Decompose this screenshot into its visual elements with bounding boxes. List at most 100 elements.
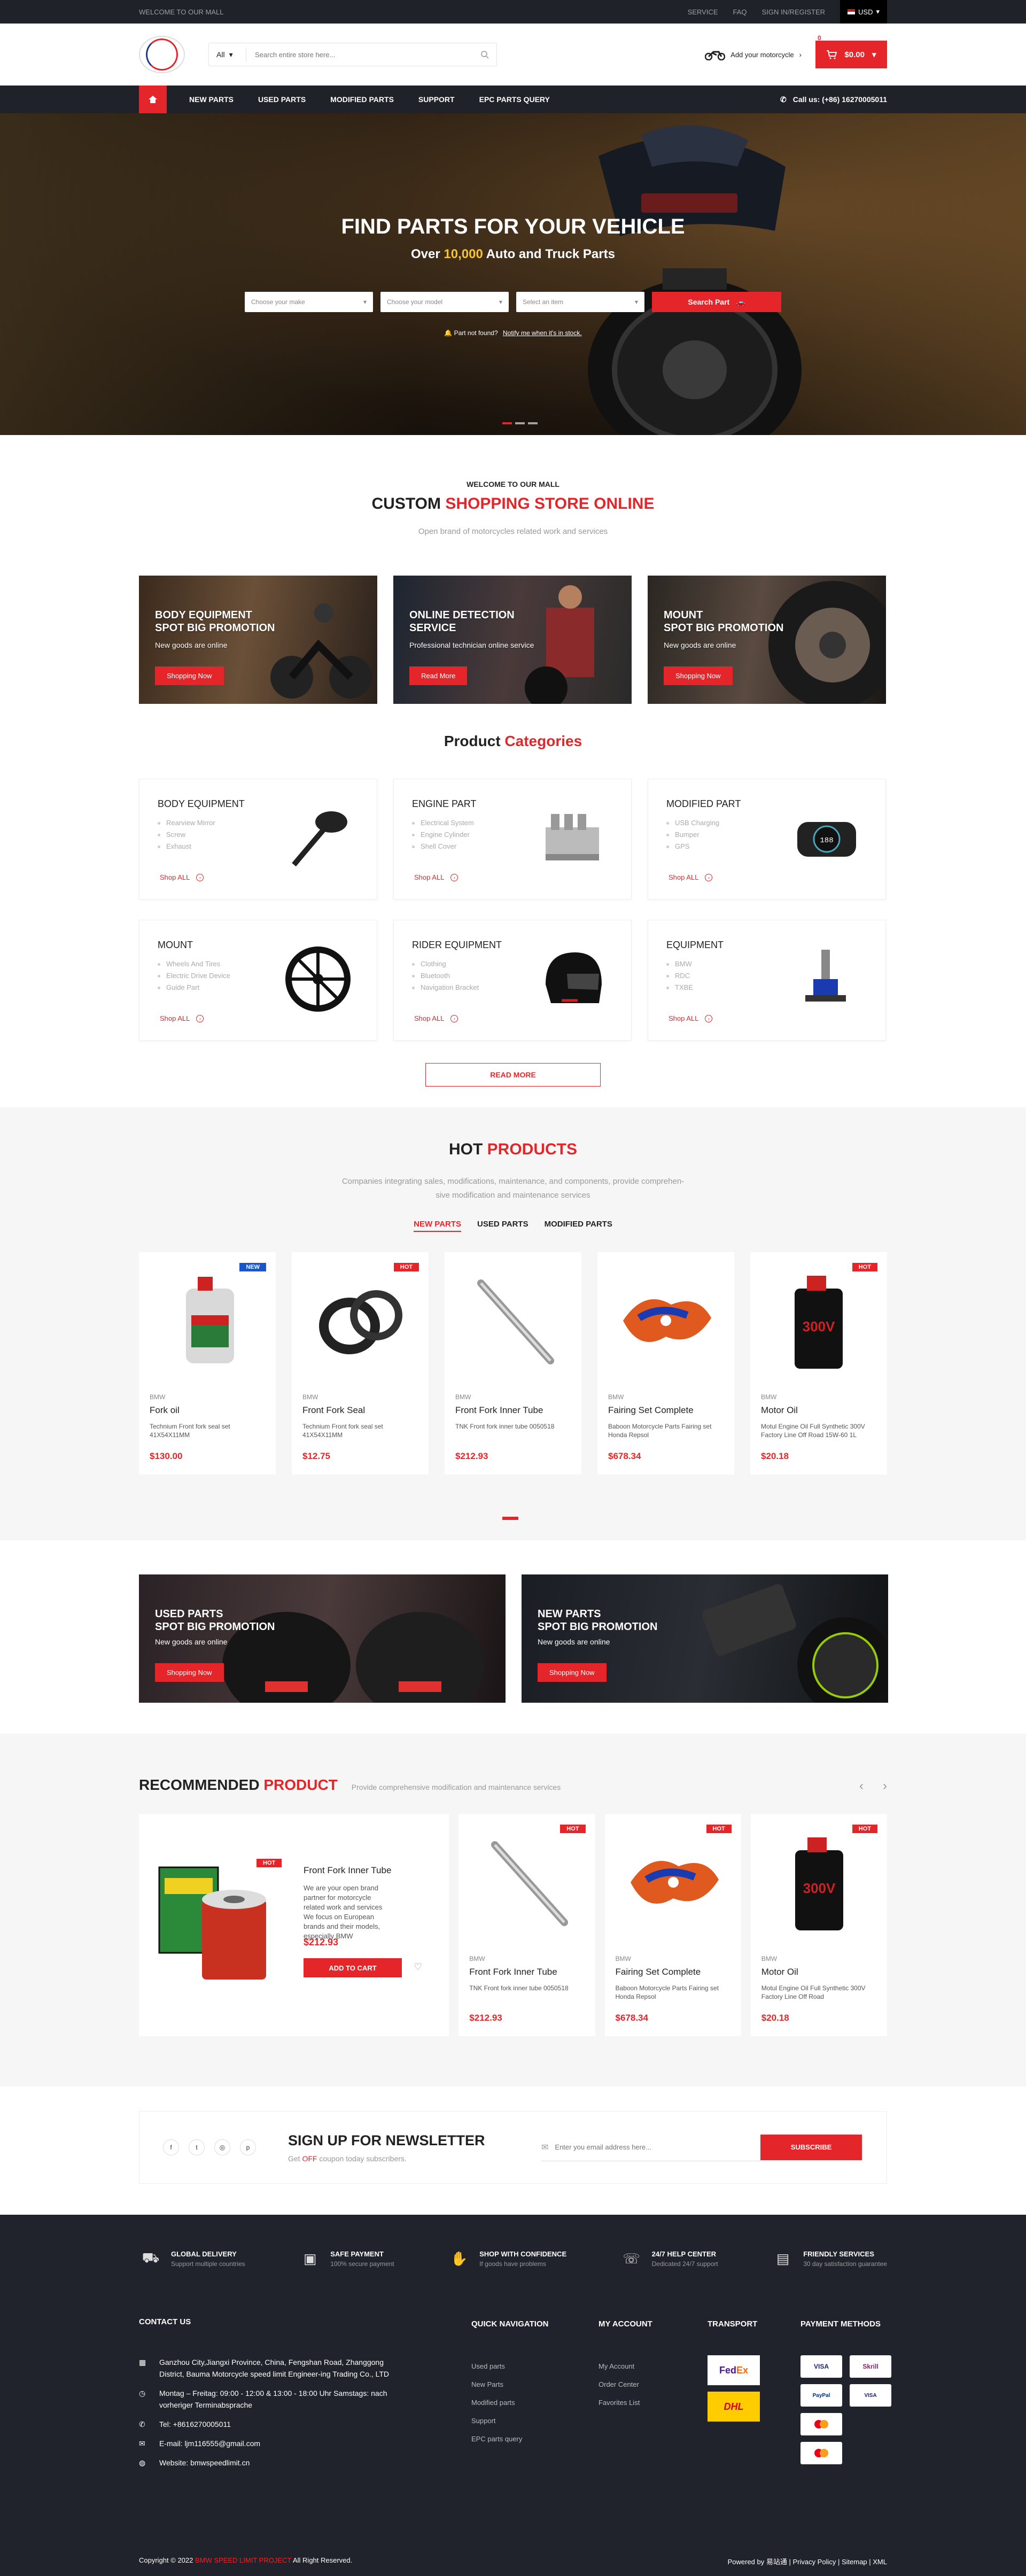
footer-links[interactable]: Powered by 易站通 | Privacy Policy | Sitema… — [728, 2556, 887, 2566]
model-select[interactable]: Choose your model ▾ — [380, 292, 509, 312]
shop-all-link[interactable]: Shop ALL › — [414, 873, 458, 881]
product-name[interactable]: Front Fork Inner Tube — [455, 1405, 543, 1416]
shop-all-link[interactable]: Shop ALL › — [160, 873, 204, 881]
search-input[interactable] — [246, 50, 473, 59]
tab-used-parts[interactable]: USED PARTS — [477, 1220, 528, 1232]
shop-all-link[interactable]: Shop ALL › — [669, 873, 713, 881]
product-name[interactable]: Fairing Set Complete — [616, 1967, 701, 1977]
faq-link[interactable]: FAQ — [733, 8, 747, 16]
pinterest-icon[interactable]: p — [240, 2139, 256, 2155]
promo-banner-mount[interactable]: MOUNT SPOT BIG PROMOTION New goods are on… — [648, 576, 886, 704]
product-name[interactable]: Front Fork Inner Tube — [469, 1967, 557, 1977]
product-name[interactable]: Fork oil — [150, 1405, 180, 1416]
header: All ▾ Add your motorcycle › 0 $0.00 ▾ — [0, 24, 1026, 86]
product-card[interactable]: 300V HOT BMW Motor Oil Motul Engine Oil … — [750, 1814, 887, 2036]
sign-in-link[interactable]: SIGN IN/REGISTER — [762, 8, 825, 16]
category-card[interactable]: MOUNT Wheels And Tires Electric Drive Dev… — [139, 920, 377, 1041]
shopping-now-button[interactable]: Shopping Now — [664, 666, 733, 685]
item-select[interactable]: Select an item ▾ — [516, 292, 644, 312]
building-icon: ▦ — [139, 2358, 146, 2366]
notify-link[interactable]: Notify me when it's in stock. — [503, 329, 582, 337]
shopping-now-button[interactable]: Shopping Now — [155, 666, 224, 685]
product-card[interactable]: NEW BMW Fork oil Technium Front fork sea… — [139, 1252, 276, 1475]
product-card[interactable]: HOT BMW Front Fork Seal Technium Front f… — [292, 1252, 429, 1475]
search-icon[interactable] — [473, 50, 496, 59]
nav-epc-parts-query[interactable]: EPC PARTS QUERY — [479, 95, 550, 104]
cart-icon — [827, 50, 837, 59]
featured-product-card[interactable]: HOT Front Fork Inner Tube We are your op… — [139, 1814, 449, 2036]
category-card[interactable]: RIDER EQUIPMENT Clothing Bluetooth Navigat… — [393, 920, 632, 1041]
product-name[interactable]: Motor Oil — [761, 1967, 798, 1977]
promo-banner-online-detection[interactable]: ONLINE DETECTION SERVICE Professional tec… — [393, 576, 632, 704]
shopping-now-button[interactable]: Shopping Now — [538, 1663, 607, 1682]
footer-link[interactable]: Modified parts — [471, 2394, 548, 2412]
currency-selector[interactable]: USD ▾ — [840, 0, 887, 24]
home-icon[interactable] — [139, 86, 167, 113]
facebook-icon[interactable]: f — [163, 2139, 179, 2155]
cart-button[interactable]: 0 $0.00 ▾ — [815, 34, 887, 68]
instagram-icon[interactable]: ◎ — [214, 2139, 230, 2155]
product-card[interactable]: BMW Front Fork Inner Tube TNK Front fork… — [445, 1252, 581, 1475]
search-part-button[interactable]: Search Part 🚗 — [652, 292, 781, 312]
promo-banner-body-equipment[interactable]: BODY EQUIPMENT SPOT BIG PROMOTION New goo… — [139, 576, 377, 704]
product-card[interactable]: BMW Fairing Set Complete Baboon Motorcyc… — [597, 1252, 734, 1475]
footer-link[interactable]: Used parts — [471, 2357, 548, 2376]
slider-dot[interactable] — [515, 422, 525, 424]
category-card[interactable]: ENGINE PART Electrical System Engine Cyli… — [393, 779, 632, 899]
subscribe-button[interactable]: SUBSCRIBE — [760, 2134, 862, 2160]
prev-arrow-icon[interactable]: ‹ — [859, 1779, 864, 1794]
product-card[interactable]: HOT BMW Front Fork Inner Tube TNK Front … — [458, 1814, 595, 2036]
category-card[interactable]: BODY EQUIPMENT Rearview Mirror Screw Exhau… — [139, 779, 377, 899]
product-card[interactable]: HOT BMW Fairing Set Complete Baboon Moto… — [604, 1814, 741, 2036]
footer-link[interactable]: My Account — [598, 2357, 652, 2376]
next-arrow-icon[interactable]: › — [883, 1779, 887, 1794]
product-card[interactable]: 300V HOT BMW Motor Oil Motul Engine Oil … — [750, 1252, 887, 1475]
add-to-cart-button[interactable]: ADD TO CART — [304, 1958, 402, 1977]
hot-badge: HOT — [852, 1825, 877, 1833]
promo-banner-new-parts[interactable]: NEW PARTS SPOT BIG PROMOTION New goods ar… — [522, 1574, 888, 1703]
product-name[interactable]: Motor Oil — [761, 1405, 798, 1416]
cart-total: $0.00 — [844, 50, 865, 59]
shop-all-link[interactable]: Shop ALL › — [160, 1014, 204, 1022]
email-text[interactable]: E-mail: ljm116555@gmail.com — [159, 2438, 260, 2449]
top-bar: WELCOME TO OUR MALL SERVICE FAQ SIGN IN/… — [0, 0, 1026, 24]
make-select[interactable]: Choose your make ▾ — [245, 292, 373, 312]
tab-modified-parts[interactable]: MODIFIED PARTS — [545, 1220, 612, 1232]
footer-link[interactable]: New Parts — [471, 2376, 548, 2394]
add-motorcycle-button[interactable]: Add your motorcycle › — [705, 49, 802, 60]
nav-modified-parts[interactable]: MODIFIED PARTS — [330, 95, 394, 104]
shop-all-link[interactable]: Shop ALL › — [414, 1014, 458, 1022]
carousel-dot[interactable] — [502, 1517, 518, 1520]
product-name[interactable]: Front Fork Seal — [302, 1405, 365, 1416]
footer-link[interactable]: Favorites List — [598, 2394, 652, 2412]
read-more-button[interactable]: Read More — [409, 666, 468, 685]
twitter-icon[interactable]: t — [189, 2139, 205, 2155]
footer-link[interactable]: Order Center — [598, 2376, 652, 2394]
mastercard-logo — [800, 2442, 842, 2464]
banner-title: ONLINE DETECTION SERVICE — [409, 609, 515, 634]
shop-all-link[interactable]: Shop ALL › — [669, 1014, 713, 1022]
website-text[interactable]: Website: bmwspeedlimit.cn — [159, 2457, 250, 2469]
heart-icon[interactable]: ♡ — [414, 1961, 422, 1973]
nav-new-parts[interactable]: NEW PARTS — [189, 95, 234, 104]
service-link[interactable]: SERVICE — [688, 8, 718, 16]
slider-dot[interactable] — [528, 422, 538, 424]
product-name[interactable]: Front Fork Inner Tube — [304, 1865, 391, 1876]
shopping-now-button[interactable]: Shopping Now — [155, 1663, 224, 1682]
nav-used-parts[interactable]: USED PARTS — [258, 95, 306, 104]
category-card[interactable]: MODIFIED PART USB Charging Bumper GPS Shop… — [648, 779, 886, 899]
nav-support[interactable]: SUPPORT — [418, 95, 455, 104]
truck-icon: ⛟ — [142, 2249, 160, 2265]
slider-dot[interactable] — [502, 422, 512, 424]
footer-link[interactable]: Support — [471, 2412, 548, 2430]
email-field[interactable] — [548, 2143, 760, 2151]
hot-badge: HOT — [393, 1263, 419, 1271]
category-card[interactable]: EQUIPMENT BMW RDC TXBE Shop ALL › — [648, 920, 886, 1041]
footer-link[interactable]: EPC parts query — [471, 2430, 548, 2448]
product-name[interactable]: Fairing Set Complete — [608, 1405, 694, 1416]
logo[interactable] — [139, 36, 185, 73]
promo-banner-used-parts[interactable]: USED PARTS SPOT BIG PROMOTION New goods a… — [139, 1574, 506, 1703]
read-more-button[interactable]: READ MORE — [425, 1063, 601, 1087]
tab-new-parts[interactable]: NEW PARTS — [414, 1220, 462, 1232]
search-category-select[interactable]: All ▾ — [209, 48, 246, 61]
